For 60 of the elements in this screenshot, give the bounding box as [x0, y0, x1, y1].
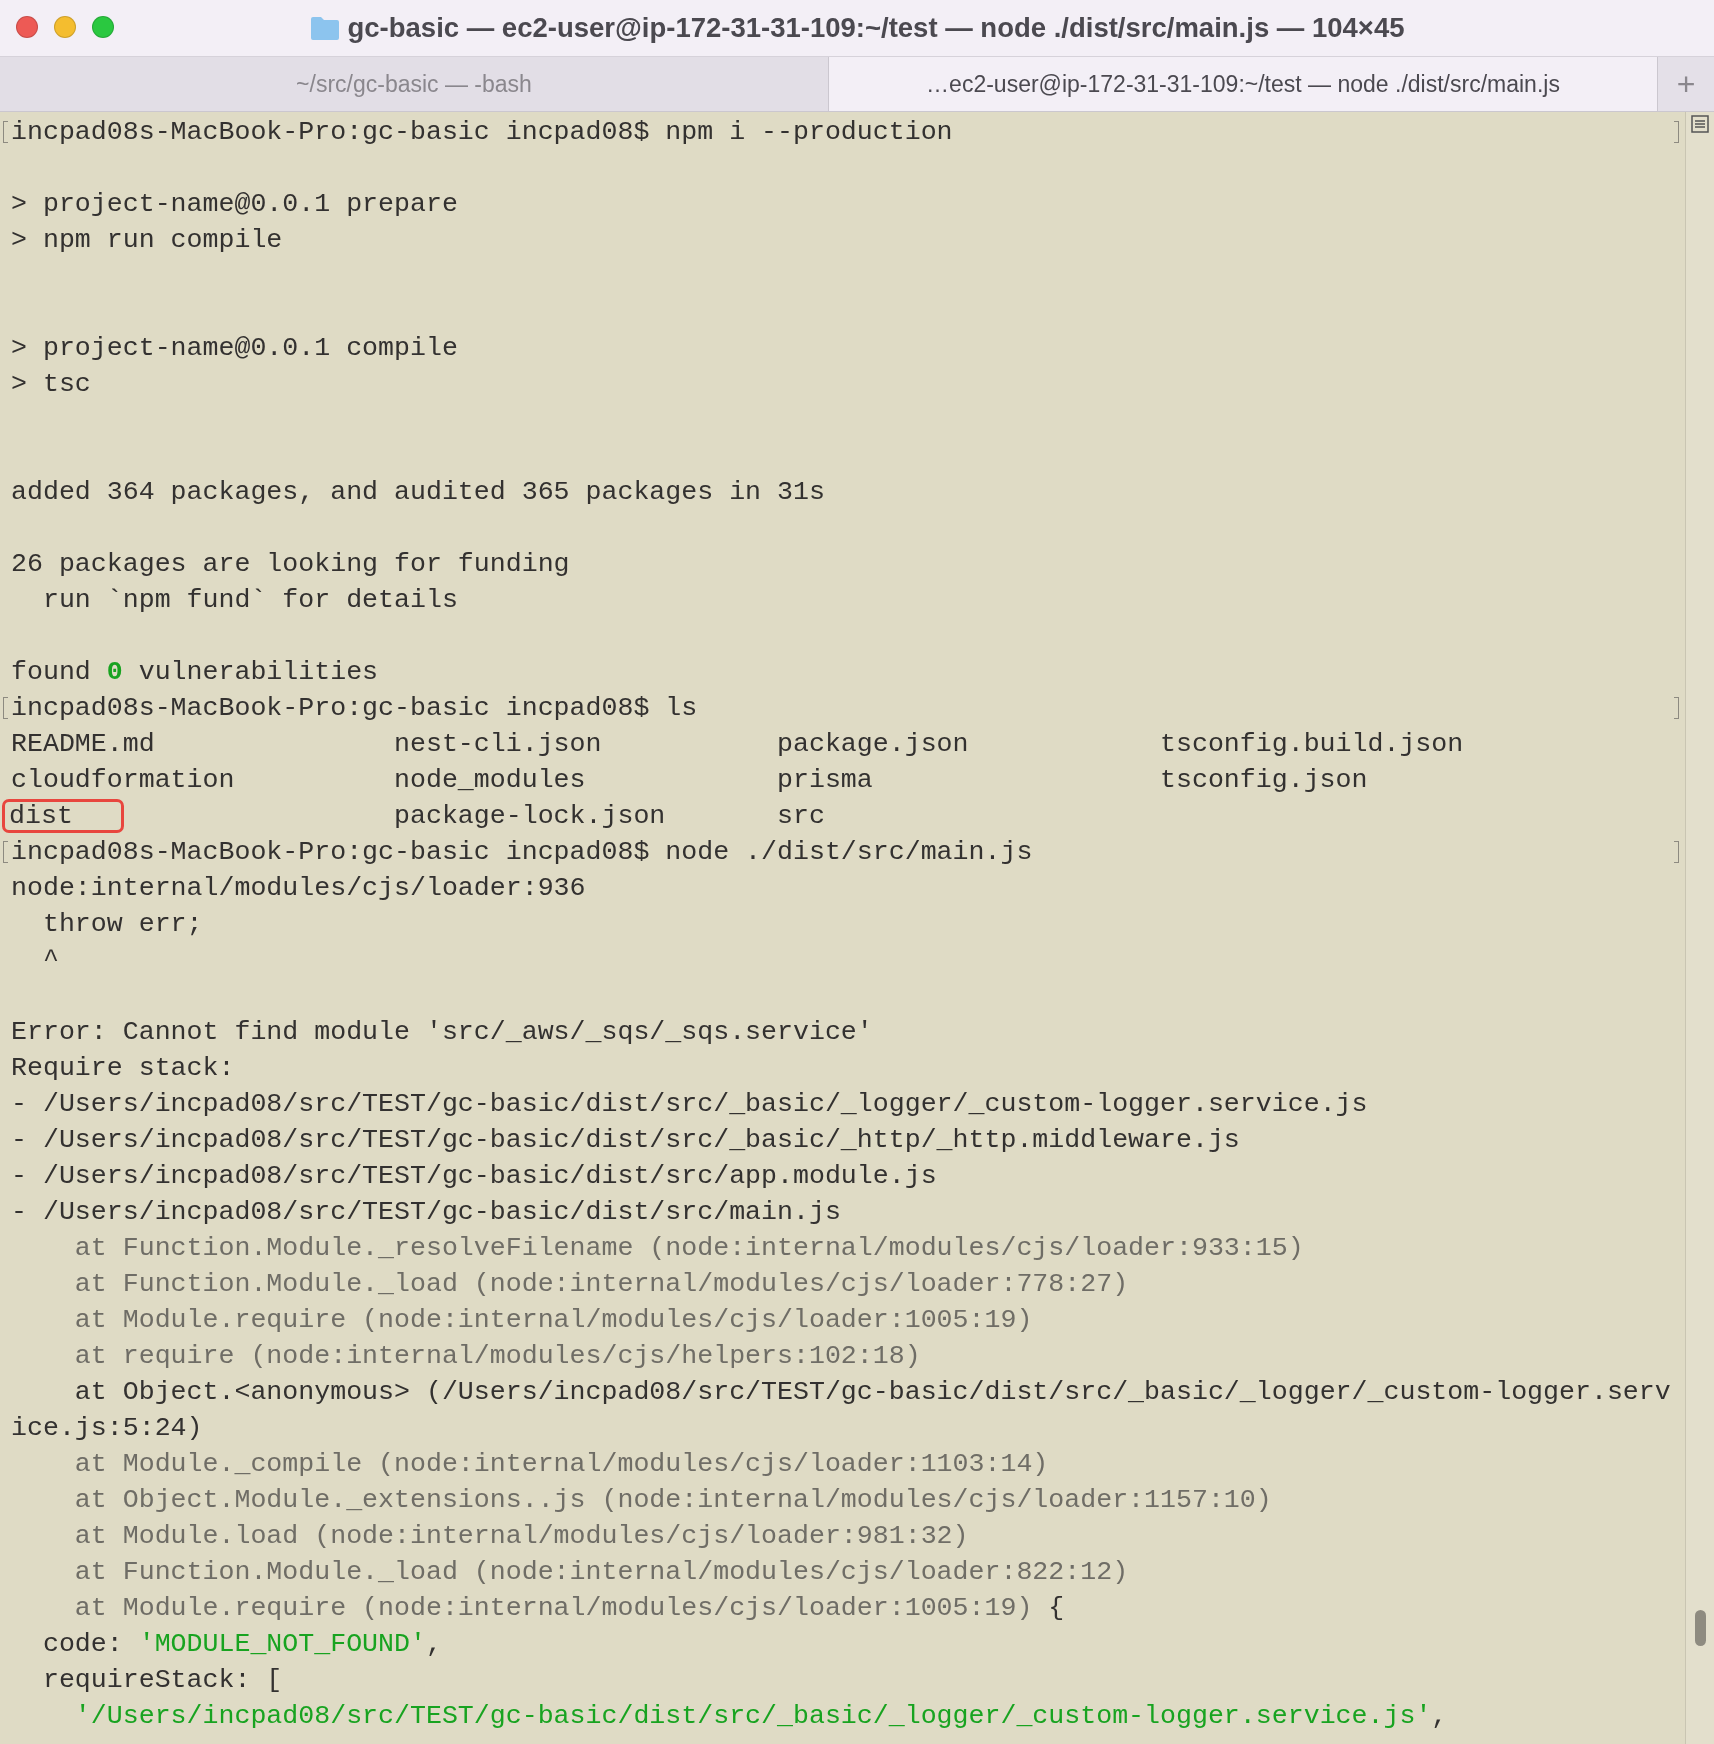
terminal-text: {	[1047, 1593, 1065, 1623]
terminal-text: Error: Cannot find module 'src/_aws/_sqs/_sqs.service'	[11, 1017, 873, 1047]
terminal-text: incpad08s-MacBook-Pro:gc-basic incpad08$ node ./dist/src/main.js	[11, 837, 1033, 867]
terminal-text: Require stack:	[11, 1053, 235, 1083]
terminal-tab[interactable]: …ec2-user@ip-172-31-31-109:~/test — node ./dist/src/main.js	[829, 57, 1658, 111]
terminal-text: throw err;	[41, 909, 203, 939]
terminal-text: at Function.Module._load (node:internal/modules/cjs/loader:822:12)	[73, 1557, 1129, 1587]
file-name: nest-cli.json	[394, 729, 602, 759]
terminal-text: 26 packages are looking for funding	[11, 549, 570, 579]
folder-icon	[309, 15, 340, 41]
terminal-text: at Module.load (node:internal/modules/cjs/loader:981:32)	[73, 1521, 969, 1551]
terminal-text: 0	[106, 657, 123, 687]
terminal-text: - /Users/incpad08/src/TEST/gc-basic/dist/src/main.js	[11, 1197, 841, 1227]
split-pane-icon[interactable]	[1691, 115, 1709, 133]
terminal-text: at Object.<anonymous> (/Users/incpad08/src/TEST/gc-basic/dist/src/_basic/_logger/_custom-logger.serv	[73, 1377, 1671, 1407]
file-name: README.md	[11, 729, 155, 759]
file-name: tsconfig.json	[1160, 765, 1368, 795]
terminal-text: requireStack: [	[41, 1665, 283, 1695]
file-name: node_modules	[394, 765, 586, 795]
terminal-text: > project-name@0.0.1 prepare	[11, 189, 458, 219]
file-name: prisma	[777, 765, 873, 795]
close-button[interactable]	[16, 16, 38, 38]
scroll-thumb[interactable]	[1695, 1610, 1706, 1646]
terminal-text: at Module.require (node:internal/modules/cjs/loader:1005:19)	[73, 1305, 1033, 1335]
terminal-text: ,	[425, 1629, 442, 1659]
terminal-text: > tsc	[11, 369, 91, 399]
terminal-text: ,	[1431, 1701, 1448, 1731]
terminal-text: incpad08s-MacBook-Pro:gc-basic incpad08$ npm i --production	[11, 117, 953, 147]
minimize-button[interactable]	[54, 16, 76, 38]
file-name: package.json	[777, 729, 969, 759]
zoom-button[interactable]	[92, 16, 114, 38]
terminal-text: '/Users/incpad08/src/TEST/gc-basic/dist/src/_basic/_logger/_custom-logger.service.js'	[73, 1701, 1432, 1731]
terminal-text: at Function.Module._resolveFilename (node:internal/modules/cjs/loader:933:15)	[73, 1233, 1304, 1263]
terminal-text: - /Users/incpad08/src/TEST/gc-basic/dist/src/app.module.js	[11, 1161, 937, 1191]
terminal-text: found	[11, 657, 92, 687]
file-name: cloudformation	[11, 765, 235, 795]
terminal-text: > project-name@0.0.1 compile	[11, 333, 458, 363]
file-name: src	[777, 801, 825, 831]
terminal-text: added 364 packages, and audited 365 packages in 31s	[11, 477, 825, 507]
file-name: dist	[2, 799, 124, 833]
terminal-text: > npm run compile	[11, 225, 283, 255]
terminal-text: at require (node:internal/modules/cjs/helpers:102:18)	[73, 1341, 921, 1371]
terminal-text: - /Users/incpad08/src/TEST/gc-basic/dist/src/_basic/_logger/_custom-logger.service.js	[11, 1089, 1368, 1119]
file-name: tsconfig.build.json	[1160, 729, 1464, 759]
file-name: package-lock.json	[394, 801, 666, 831]
terminal-text: ice.js:5:24)	[11, 1413, 203, 1443]
terminal-text: node:internal/modules/cjs/loader:936	[11, 873, 586, 903]
terminal-text: code:	[41, 1629, 124, 1659]
terminal-text: ^	[41, 945, 59, 975]
terminal-text: run `npm fund` for details	[41, 585, 458, 615]
terminal-text: - /Users/incpad08/src/TEST/gc-basic/dist/src/_basic/_http/_http.middleware.js	[11, 1125, 1240, 1155]
scrollbar[interactable]	[1685, 112, 1714, 1744]
terminal-text: 'MODULE_NOT_FOUND'	[138, 1629, 426, 1659]
terminal-text: at Module._compile (node:internal/modules/cjs/loader:1103:14)	[73, 1449, 1049, 1479]
terminal-text: vulnerabilities	[137, 657, 379, 687]
window-title: gc-basic — ec2-user@ip-172-31-31-109:~/test — node ./dist/src/main.js — 104×45	[347, 11, 1405, 46]
terminal-text: incpad08s-MacBook-Pro:gc-basic incpad08$ ls	[11, 693, 698, 723]
terminal-text: at Module.require (node:internal/modules/cjs/loader:1005:19)	[73, 1593, 1033, 1623]
terminal-text: at Object.Module._extensions..js (node:internal/modules/cjs/loader:1157:10)	[73, 1485, 1272, 1515]
terminal-text: at Function.Module._load (node:internal/modules/cjs/loader:778:27)	[73, 1269, 1129, 1299]
